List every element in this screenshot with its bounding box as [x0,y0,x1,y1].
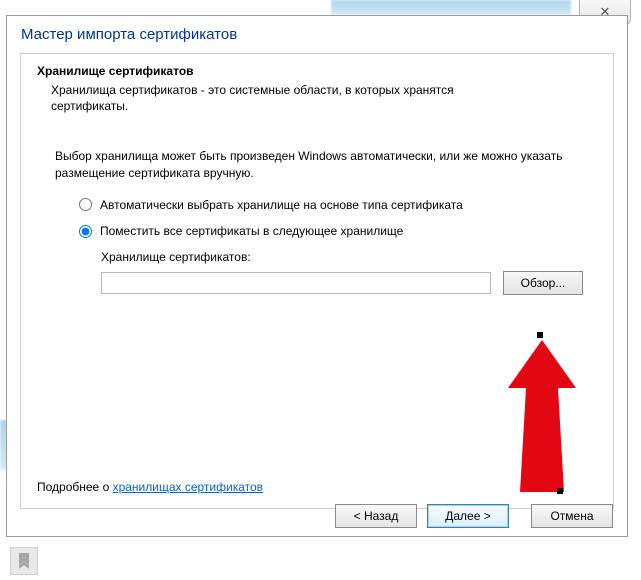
wizard-content-panel: Хранилище сертификатов Хранилища сертифи… [20,53,614,509]
wizard-button-bar: < Назад Далее > Отмена [335,504,613,528]
learn-more-link[interactable]: хранилищах сертификатов [113,480,263,494]
cancel-button[interactable]: Отмена [531,504,613,528]
learn-more-prefix: Подробнее о [37,480,113,494]
section-heading: Хранилище сертификатов [37,64,597,78]
bookmark-icon [17,553,31,569]
radio-auto-input[interactable] [79,198,92,211]
bookmark-button[interactable] [10,547,38,575]
certificate-store-input[interactable] [101,272,491,294]
radio-auto[interactable]: Автоматически выбрать хранилище на основ… [79,197,595,213]
next-button[interactable]: Далее > [427,504,509,528]
radio-manual-label: Поместить все сертификаты в следующее хр… [100,223,403,239]
wizard-title: Мастер импорта сертификатов [7,16,627,47]
selection-handle-icon [537,332,543,338]
annotation-arrow-icon [502,340,582,500]
back-button[interactable]: < Назад [335,504,417,528]
browse-button[interactable]: Обзор... [503,271,583,295]
learn-more: Подробнее о хранилищах сертификатов [37,480,263,494]
radio-group: Автоматически выбрать хранилище на основ… [79,197,595,239]
radio-manual[interactable]: Поместить все сертификаты в следующее хр… [79,223,595,239]
section-description: Хранилища сертификатов - это системные о… [51,82,531,114]
wizard-window: Мастер импорта сертификатов Хранилище се… [6,15,628,537]
intro-text: Выбор хранилища может быть произведен Wi… [55,148,595,180]
radio-manual-input[interactable] [79,225,92,238]
selection-handle-icon [557,488,563,494]
background-window-hint [331,0,571,15]
radio-auto-label: Автоматически выбрать хранилище на основ… [100,197,463,213]
store-field-label: Хранилище сертификатов: [101,249,595,265]
